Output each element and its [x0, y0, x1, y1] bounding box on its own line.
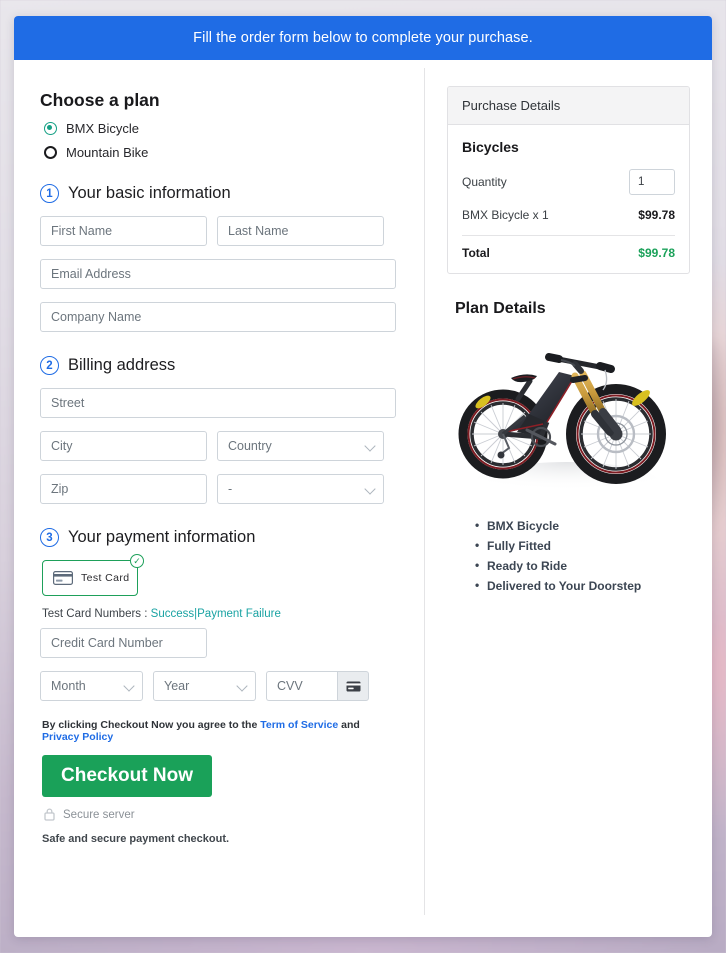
test-card-payment-method[interactable]: Test Card ✓ [42, 554, 144, 596]
step-title: Billing address [68, 356, 176, 374]
step-3-header: 3 Your payment information [40, 528, 398, 547]
test-card-failure-link[interactable]: Payment Failure [197, 608, 281, 620]
expiry-month-select[interactable]: Month [40, 671, 143, 701]
purchase-group-title: Bicycles [462, 139, 519, 155]
order-form-column: Choose a plan BMX Bicycle Mountain Bike … [14, 60, 424, 937]
summary-column: Purchase Details Bicycles Quantity BMX B… [425, 60, 712, 937]
credit-card-number-input[interactable] [40, 628, 207, 658]
agree-and: and [341, 719, 360, 731]
year-select-wrapper: Year [153, 671, 256, 701]
credit-card-icon [53, 571, 73, 585]
checkout-now-button[interactable]: Checkout Now [42, 755, 212, 797]
step-title: Your basic information [68, 184, 231, 202]
agree-prefix: By clicking Checkout Now you agree to th… [42, 719, 258, 731]
cvv-help-button[interactable] [337, 671, 369, 701]
company-name-input[interactable] [40, 302, 396, 332]
test-card-label: Test Card [81, 572, 130, 584]
email-field[interactable] [40, 259, 396, 289]
country-select-wrapper: Country [217, 431, 384, 461]
summary-divider [462, 235, 675, 236]
lock-icon [44, 808, 55, 821]
name-row [40, 216, 398, 246]
terms-agreement-text: By clicking Checkout Now you agree to th… [42, 719, 398, 743]
list-item: Ready to Ride [475, 558, 690, 573]
bike-frame [497, 372, 576, 459]
plan-image-wrapper [447, 324, 690, 509]
quantity-input[interactable] [629, 169, 675, 195]
radio-selected-icon[interactable] [44, 122, 57, 135]
plan-option-label: Mountain Bike [66, 145, 149, 160]
state-select[interactable]: - [217, 474, 384, 504]
privacy-policy-link[interactable]: Privacy Policy [42, 731, 113, 743]
line-item-row: BMX Bicycle x 1 $99.78 [462, 208, 675, 222]
purchase-details-panel: Purchase Details Bicycles Quantity BMX B… [447, 86, 690, 274]
step-number-badge: 2 [40, 356, 59, 375]
credit-card-row [40, 628, 398, 658]
page-banner: Fill the order form below to complete yo… [14, 16, 712, 60]
country-select[interactable]: Country [217, 431, 384, 461]
card-back-icon [346, 681, 360, 691]
choose-plan-heading: Choose a plan [40, 90, 160, 110]
first-name-input[interactable] [40, 216, 207, 246]
plan-option-bmx-bicycle[interactable]: BMX Bicycle [44, 121, 398, 136]
step-1-header: 1 Your basic information [40, 184, 398, 203]
list-item: Delivered to Your Doorstep [475, 578, 690, 593]
terms-of-service-link[interactable]: Term of Service [260, 719, 338, 731]
plan-option-mountain-bike[interactable]: Mountain Bike [44, 145, 398, 160]
list-item: BMX Bicycle [475, 518, 690, 533]
step-number-badge: 3 [40, 528, 59, 547]
zip-state-row: - [40, 474, 398, 504]
month-select-wrapper: Month [40, 671, 143, 701]
test-card-numbers-row: Test Card Numbers : Success|Payment Fail… [42, 608, 398, 620]
total-amount: $99.78 [638, 246, 675, 260]
test-card-numbers-label: Test Card Numbers : [42, 608, 148, 620]
step-number-badge: 1 [40, 184, 59, 203]
email-row [40, 259, 398, 289]
state-select-wrapper: - [217, 474, 384, 504]
radio-unselected-icon[interactable] [44, 146, 57, 159]
step-title: Your payment information [68, 528, 256, 546]
plan-option-label: BMX Bicycle [66, 121, 139, 136]
company-row [40, 302, 398, 332]
city-input[interactable] [40, 431, 207, 461]
safe-checkout-note: Safe and secure payment checkout. [42, 833, 230, 845]
street-input[interactable] [40, 388, 396, 418]
zip-input[interactable] [40, 474, 207, 504]
checkout-card: Fill the order form below to complete yo… [14, 16, 712, 937]
last-name-input[interactable] [217, 216, 384, 246]
street-row [40, 388, 398, 418]
purchase-details-body: Bicycles Quantity BMX Bicycle x 1 $99.78… [448, 125, 689, 273]
checkout-body: Choose a plan BMX Bicycle Mountain Bike … [14, 60, 712, 937]
city-country-row: Country [40, 431, 398, 461]
expiry-cvv-row: Month Year [40, 671, 398, 701]
total-label: Total [462, 246, 490, 260]
banner-text: Fill the order form below to complete yo… [193, 30, 533, 46]
total-row: Total $99.78 [462, 246, 675, 260]
cvv-input[interactable] [266, 671, 337, 701]
purchase-details-header: Purchase Details [448, 87, 689, 125]
list-item: Fully Fitted [475, 538, 690, 553]
step-2-header: 2 Billing address [40, 356, 398, 375]
line-item-label: BMX Bicycle x 1 [462, 208, 549, 222]
secure-server-label: Secure server [63, 808, 135, 821]
quantity-label: Quantity [462, 175, 507, 189]
check-circle-icon: ✓ [130, 554, 144, 568]
cvv-group [266, 671, 369, 701]
expiry-year-select[interactable]: Year [153, 671, 256, 701]
quantity-row: Quantity [462, 169, 675, 195]
mountain-bike-image [458, 353, 666, 502]
plan-details-title: Plan Details [455, 300, 546, 317]
test-card-success-link[interactable]: Success [151, 608, 194, 620]
plan-features-list: BMX Bicycle Fully Fitted Ready to Ride D… [475, 518, 690, 593]
secure-server-row: Secure server [44, 808, 398, 821]
line-item-amount: $99.78 [638, 208, 675, 222]
